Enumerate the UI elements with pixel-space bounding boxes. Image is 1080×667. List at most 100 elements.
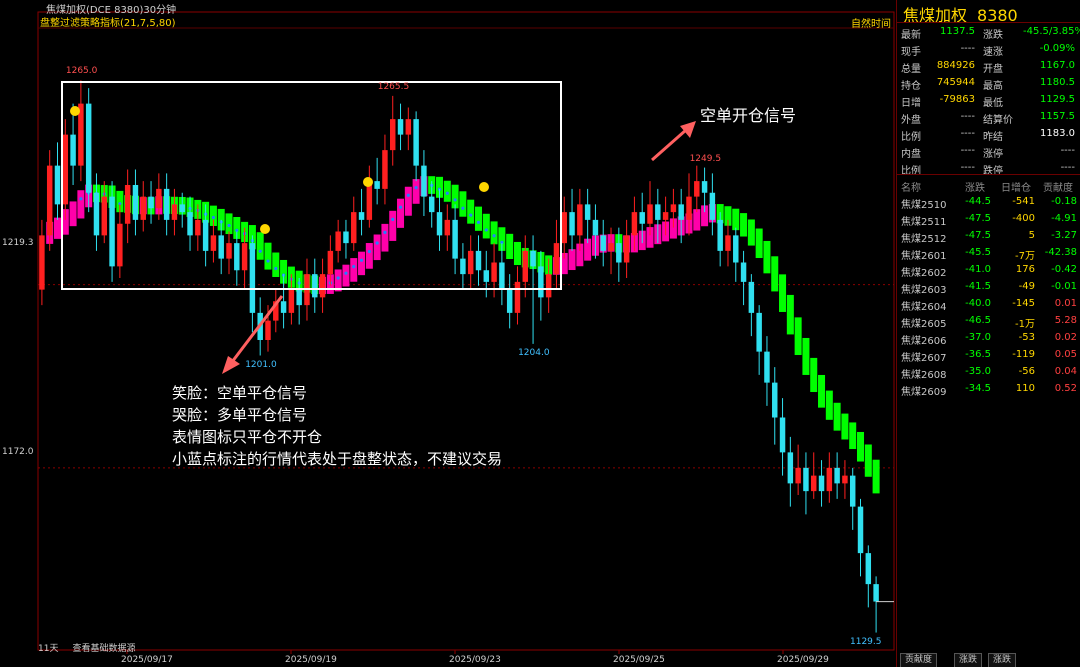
candle-body xyxy=(218,235,224,259)
candle-body xyxy=(694,181,700,197)
x-tick-label: 2025/09/23 xyxy=(449,655,501,665)
trend-band-segment xyxy=(412,179,420,204)
arrow-to-signal xyxy=(651,128,687,162)
quote-label: 最高 xyxy=(983,81,1003,92)
open-signal-note: 空单开仓信号 xyxy=(700,106,797,125)
candle-body xyxy=(101,196,107,236)
quote-row: 外盘 ---- 结算价 1157.5 xyxy=(897,109,1080,126)
indicator-params: (21,7,5,80) xyxy=(120,18,176,29)
chart-area[interactable]: 焦煤加权(DCE 8380)30分钟 盘整过滤策略指标(21,7,5,80) 自… xyxy=(0,0,896,667)
consolidation-dot xyxy=(352,265,356,269)
candle-body xyxy=(616,243,622,263)
quote-row: 比例 ---- 昨结 1183.0 xyxy=(897,126,1080,143)
contract-row[interactable]: 焦煤2607 -36.5 -119 0.05 xyxy=(897,347,1080,364)
contract-name: 焦煤2602 xyxy=(901,268,947,279)
candle-body xyxy=(358,212,365,220)
trend-band-segment xyxy=(474,206,482,231)
trend-band-segment xyxy=(849,422,857,450)
contract-contribution: 5.28 xyxy=(1054,315,1077,326)
contract-oi: -7万 xyxy=(1015,251,1035,262)
data-source-link[interactable]: 查看基础数据源 xyxy=(72,644,135,654)
contract-row[interactable]: 焦煤2511 -47.5 -400 -4.91 xyxy=(897,211,1080,228)
contract-row[interactable]: 焦煤2603 -41.5 -49 -0.01 xyxy=(897,279,1080,296)
contract-contribution: 0.01 xyxy=(1054,298,1077,309)
contract-oi: 176 xyxy=(1015,264,1035,275)
trend-band-segment xyxy=(404,186,412,216)
contract-row[interactable]: 焦煤2602 -41.0 176 -0.42 xyxy=(897,262,1080,279)
contract-contribution: -0.18 xyxy=(1051,196,1077,207)
trend-band-segment xyxy=(53,217,61,239)
contract-change: -47.5 xyxy=(965,230,991,241)
quote-value: -0.09% xyxy=(1039,43,1075,54)
candle-body xyxy=(701,181,708,193)
consolidation-dot xyxy=(492,234,496,238)
contract-row[interactable]: 焦煤2608 -35.0 -56 0.04 xyxy=(897,364,1080,381)
contract-name: 焦煤2510 xyxy=(901,200,947,211)
candle-body xyxy=(39,235,45,290)
contract-row[interactable]: 焦煤2604 -40.0 -145 0.01 xyxy=(897,296,1080,313)
trend-band-segment xyxy=(802,337,810,375)
candle-body xyxy=(335,231,341,251)
contract-change: -47.5 xyxy=(965,213,991,224)
contract-row[interactable]: 焦煤2605 -46.5 -1万 5.28 xyxy=(897,313,1080,330)
candle-body xyxy=(826,467,833,492)
candle-body xyxy=(249,243,256,313)
trend-band-segment xyxy=(771,256,779,292)
col-contribution[interactable]: 贡献度 xyxy=(1043,179,1073,194)
trend-band-segment xyxy=(443,180,451,202)
time-mode[interactable]: 自然时间 xyxy=(851,15,891,30)
contract-row[interactable]: 焦煤2609 -34.5 110 0.52 xyxy=(897,381,1080,398)
consolidation-dot xyxy=(406,193,410,197)
x-tick-label: 2025/09/19 xyxy=(285,655,337,665)
contract-row[interactable]: 焦煤2512 -47.5 5 -3.27 xyxy=(897,228,1080,245)
candle-body xyxy=(538,266,544,298)
contract-row[interactable]: 焦煤2606 -37.0 -53 0.02 xyxy=(897,330,1080,347)
contract-row[interactable]: 焦煤2510 -44.5 -541 -0.18 xyxy=(897,194,1080,211)
candle-body xyxy=(280,301,287,313)
candle-body xyxy=(460,258,466,275)
contract-name: 焦煤2601 xyxy=(901,251,947,262)
col-change[interactable]: 涨跌 xyxy=(965,179,985,194)
candle-body xyxy=(234,243,240,271)
candle-body xyxy=(686,196,692,220)
quote-label: 总量 xyxy=(901,64,921,75)
candle-body xyxy=(202,219,209,251)
trend-band-segment xyxy=(693,209,701,231)
contract-row[interactable]: 焦煤2601 -45.5 -7万 -42.38 xyxy=(897,245,1080,262)
trend-band-segment xyxy=(482,213,490,239)
trend-band-segment xyxy=(467,199,475,224)
trend-band-segment xyxy=(69,201,77,227)
consolidation-dot xyxy=(79,197,83,201)
contract-name: 焦煤2605 xyxy=(901,319,947,330)
candle-body xyxy=(514,281,521,313)
smile-icon xyxy=(363,177,373,187)
quote-label: 速涨 xyxy=(983,47,1003,58)
candle-body xyxy=(748,281,755,313)
candle-body xyxy=(428,196,435,213)
trend-band-segment xyxy=(763,240,771,274)
indicator-name[interactable]: 盘整过滤策略指标(21,7,5,80) xyxy=(40,14,176,29)
low-price-label: 1204.0 xyxy=(518,347,550,358)
quote-label: 内盘 xyxy=(901,149,921,160)
candle-body xyxy=(163,188,170,220)
col-name[interactable]: 名称 xyxy=(901,179,921,194)
candle-body xyxy=(647,204,653,224)
tab-change-2[interactable]: 涨跌 xyxy=(988,653,1017,667)
kline-chart[interactable] xyxy=(0,0,896,667)
candle-body xyxy=(499,262,505,290)
col-oi[interactable]: 日增仓 xyxy=(1001,179,1031,194)
quote-row: 总量 884926 开盘 1167.0 xyxy=(897,58,1080,75)
candle-body xyxy=(764,351,770,383)
contract-contribution: -3.27 xyxy=(1051,230,1077,241)
quote-row: 现手 ---- 速涨 -0.09% xyxy=(897,41,1080,58)
quote-label: 结算价 xyxy=(983,115,1013,126)
trend-band-segment xyxy=(864,444,872,477)
tab-change[interactable]: 涨跌 xyxy=(954,653,983,667)
trend-band-segment xyxy=(77,190,85,219)
tab-contribution[interactable]: 贡献度 xyxy=(900,653,938,667)
trend-band-segment xyxy=(732,208,740,231)
candle-body xyxy=(873,584,879,602)
contract-change: -41.5 xyxy=(965,281,991,292)
trend-band-segment xyxy=(342,264,350,287)
quote-value: ---- xyxy=(960,111,975,122)
